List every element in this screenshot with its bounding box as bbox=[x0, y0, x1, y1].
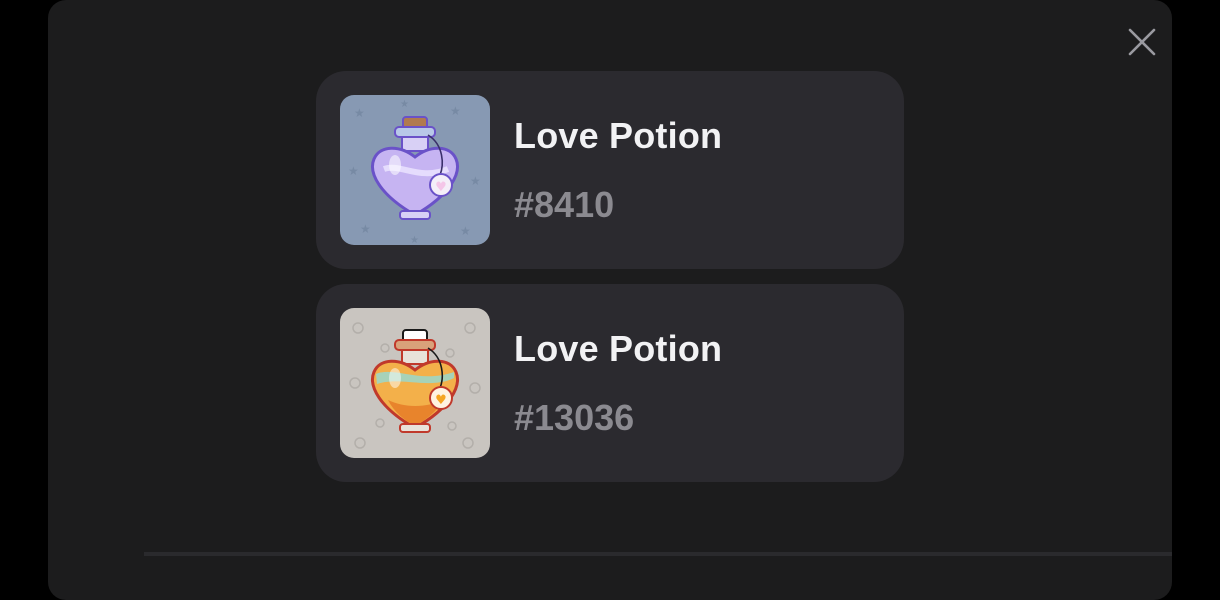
nft-thumbnail: ♥ bbox=[340, 308, 490, 458]
svg-text:★: ★ bbox=[360, 222, 371, 236]
close-icon bbox=[1128, 28, 1156, 56]
svg-text:★: ★ bbox=[470, 174, 481, 188]
nft-name: Love Potion bbox=[514, 115, 723, 156]
nft-card-love-potion-13036[interactable]: ♥ Love Potion #13036 bbox=[316, 284, 904, 482]
modal-footer-divider bbox=[144, 552, 1172, 556]
love-potion-orange-icon: ♥ bbox=[340, 308, 490, 458]
nft-number: #13036 bbox=[514, 397, 635, 438]
svg-text:★: ★ bbox=[348, 164, 359, 178]
close-button[interactable] bbox=[1120, 20, 1164, 64]
svg-text:★: ★ bbox=[460, 224, 471, 238]
svg-text:★: ★ bbox=[400, 99, 409, 110]
svg-text:★: ★ bbox=[410, 235, 419, 245]
svg-text:♥: ♥ bbox=[435, 180, 447, 195]
svg-text:♥: ♥ bbox=[435, 393, 447, 408]
love-potion-purple-icon: ★ ★ ★ ★ ★ ★ ★ ★ ♥ bbox=[340, 95, 490, 245]
nft-number: #8410 bbox=[514, 184, 615, 225]
nft-thumbnail: ★ ★ ★ ★ ★ ★ ★ ★ ♥ bbox=[340, 95, 490, 245]
nft-name: Love Potion bbox=[514, 328, 723, 369]
nft-card-love-potion-8410[interactable]: ★ ★ ★ ★ ★ ★ ★ ★ ♥ Love Potion #8410 bbox=[316, 71, 904, 269]
svg-text:★: ★ bbox=[354, 106, 365, 120]
svg-text:★: ★ bbox=[450, 104, 461, 118]
